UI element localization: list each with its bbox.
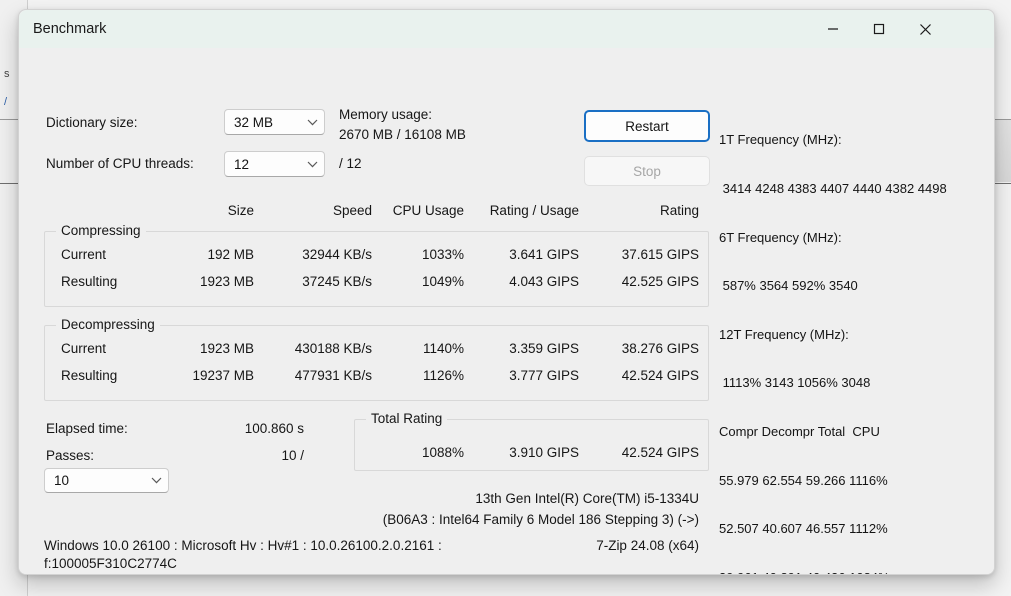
cell-rating: 37.615 GIPS (621, 247, 699, 262)
freq-1t-values: 3414 4248 4383 4407 4440 4382 4498 (719, 181, 947, 197)
passes-select[interactable]: 10 (44, 468, 169, 493)
cancel-button[interactable]: Cancel (583, 574, 711, 575)
background-text: s (4, 68, 10, 80)
row-label-resulting-decompress: Resulting (61, 368, 118, 383)
total-rating-group-title: Total Rating (366, 411, 448, 426)
column-header-size: Size (227, 203, 254, 218)
dictionary-size-label: Dictionary size: (46, 115, 138, 130)
title-bar: Benchmark (19, 10, 994, 48)
log-row: 52.507 40.607 46.557 1112% (719, 521, 888, 537)
decompressing-group: Decompressing (44, 317, 709, 401)
cell-speed: 37245 KB/s (302, 274, 372, 289)
threads-total-label: / 12 (339, 156, 362, 171)
cell-size: 1923 MB (199, 274, 254, 289)
minimize-button[interactable] (810, 10, 856, 48)
cell-cpu-usage: 1049% (421, 274, 464, 289)
maximize-button[interactable] (856, 10, 902, 48)
chevron-down-icon (300, 119, 324, 126)
memory-usage-label: Memory usage: (339, 107, 433, 122)
freq-1t-label: 1T Frequency (MHz): (719, 132, 842, 148)
log-row: 55.979 62.554 59.266 1116% (719, 472, 888, 488)
passes-label: Passes: (46, 448, 95, 463)
memory-usage-value: 2670 MB / 16108 MB (339, 127, 466, 142)
freq-12t-label: 12T Frequency (MHz): (719, 326, 849, 342)
chevron-down-icon (300, 161, 324, 168)
cell-rating-usage: 3.359 GIPS (509, 341, 579, 356)
freq-12t-values: 1113% 3143 1056% 3048 (719, 375, 871, 391)
log-row: 39.961 40.891 40.426 1084% (719, 570, 987, 574)
restart-button[interactable]: Restart (584, 110, 710, 142)
column-header-rating: Rating (659, 203, 699, 218)
cell-speed: 477931 KB/s (294, 368, 372, 383)
cell-rating-usage: 3.641 GIPS (509, 247, 579, 262)
chevron-down-icon (144, 477, 168, 484)
os-line-2: f:100005F310C2774C (44, 556, 177, 571)
total-cpu-usage: 1088% (421, 445, 464, 460)
cell-cpu-usage: 1126% (422, 368, 464, 383)
os-line-3: x64 6.BA03 threads:12 128TB (44, 574, 225, 575)
frequency-log-panel: 1T Frequency (MHz): 3414 4248 4383 4407 … (719, 100, 987, 574)
freq-6t-values: 587% 3564 592% 3540 (719, 278, 858, 294)
total-rating-usage: 3.910 GIPS (509, 445, 579, 460)
cell-rating-usage: 4.043 GIPS (509, 274, 579, 289)
cpu-detail: (B06A3 : Intel64 Family 6 Model 186 Step… (382, 512, 699, 527)
dictionary-size-value: 32 MB (234, 114, 274, 130)
compressing-group: Compressing (44, 223, 709, 307)
column-header-rating-usage: Rating / Usage (489, 203, 579, 218)
benchmark-dialog: Benchmark Dictionary size: Number of CPU… (18, 9, 995, 575)
elapsed-time-value: 100.860 s (244, 421, 304, 436)
cell-size: 192 MB (207, 247, 254, 262)
passes-select-value: 10 (54, 473, 70, 488)
cell-speed: 32944 KB/s (302, 247, 372, 262)
cell-rating: 38.276 GIPS (621, 341, 699, 356)
dictionary-size-select[interactable]: 32 MB (224, 109, 325, 135)
cpu-name: 13th Gen Intel(R) Core(TM) i5-1334U (475, 491, 699, 506)
passes-value: 10 / (281, 448, 304, 463)
log-columns-header: Compr Decompr Total CPU (719, 424, 880, 440)
compressing-group-title: Compressing (56, 223, 146, 238)
column-header-cpu-usage: CPU Usage (392, 203, 464, 218)
cpu-threads-label: Number of CPU threads: (46, 156, 194, 171)
elapsed-time-label: Elapsed time: (46, 421, 128, 436)
close-button[interactable] (902, 10, 948, 48)
cell-rating-usage: 3.777 GIPS (509, 368, 579, 383)
cell-cpu-usage: 1033% (421, 247, 464, 262)
cell-speed: 430188 KB/s (294, 341, 372, 356)
help-button[interactable]: Help (439, 574, 567, 575)
stop-button: Stop (584, 156, 710, 186)
cell-size: 1923 MB (199, 341, 254, 356)
dialog-client-area: Dictionary size: Number of CPU threads: … (19, 48, 994, 574)
row-label-current-decompress: Current (61, 341, 107, 356)
freq-6t-label: 6T Frequency (MHz): (719, 229, 842, 245)
cell-cpu-usage: 1140% (422, 341, 464, 356)
column-header-speed: Speed (332, 203, 372, 218)
decompressing-group-title: Decompressing (56, 317, 160, 332)
app-version: 7-Zip 24.08 (x64) (596, 538, 699, 553)
cell-rating: 42.524 GIPS (621, 368, 699, 383)
cpu-threads-value: 12 (234, 156, 250, 172)
cpu-threads-select[interactable]: 12 (224, 151, 325, 177)
window-title: Benchmark (33, 21, 107, 37)
total-rating-value: 42.524 GIPS (621, 445, 699, 460)
cell-rating: 42.525 GIPS (621, 274, 699, 289)
row-label-current-compress: Current (61, 247, 107, 262)
background-text: / (4, 96, 8, 108)
cell-size: 19237 MB (192, 368, 254, 383)
row-label-resulting-compress: Resulting (61, 274, 118, 289)
